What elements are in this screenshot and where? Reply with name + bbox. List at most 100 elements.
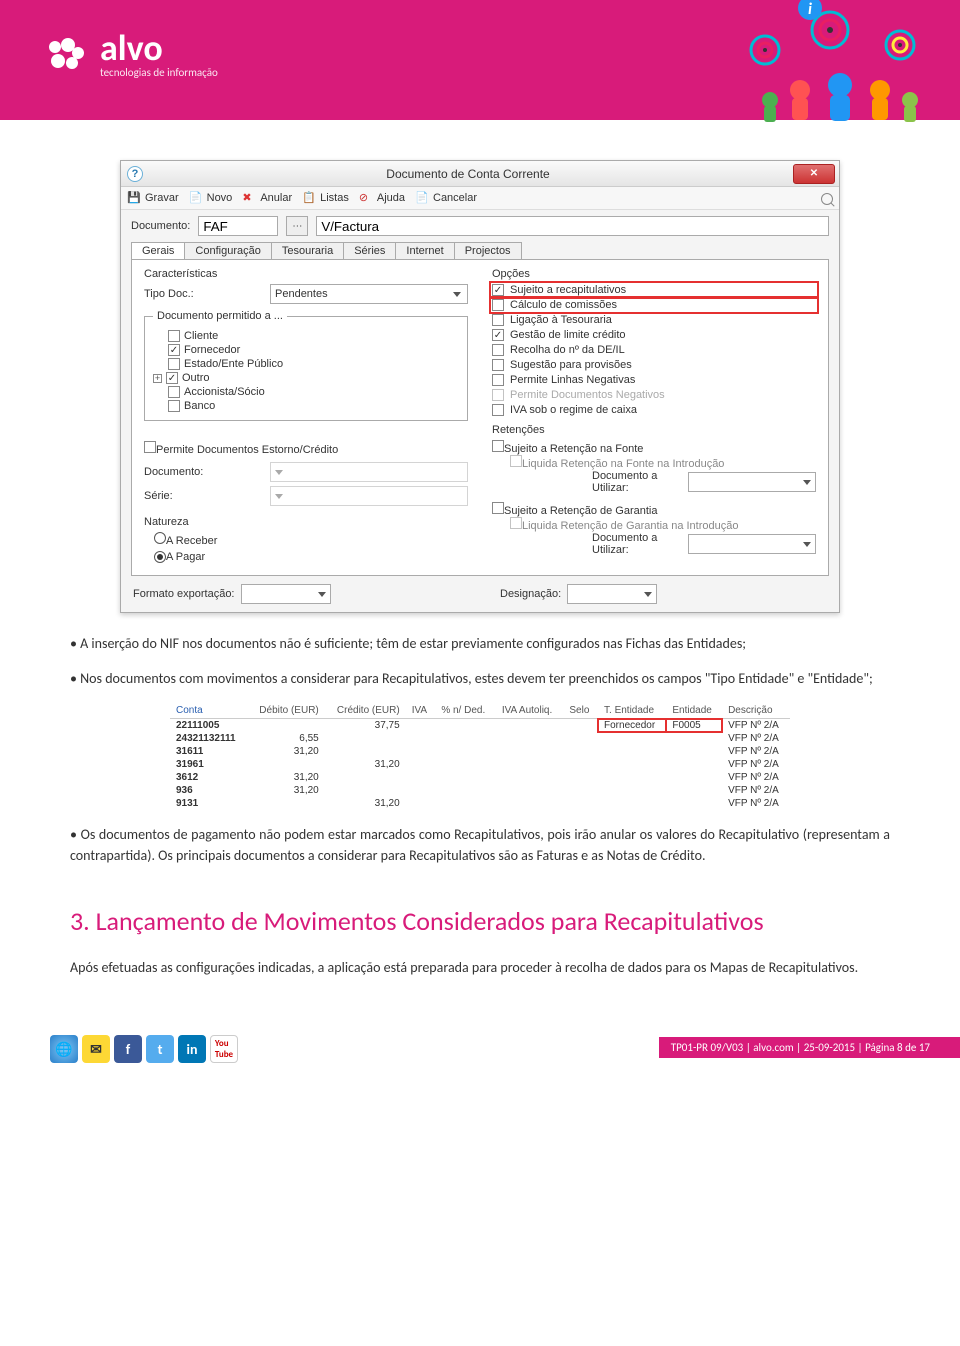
youtube-icon[interactable]: YouTube: [210, 1035, 238, 1063]
option-checkbox[interactable]: [492, 359, 504, 371]
ret-fonte-liq-chk[interactable]: [510, 455, 522, 467]
save-button[interactable]: 💾Gravar: [127, 191, 179, 205]
tab-configuração[interactable]: Configuração: [184, 242, 271, 259]
section-paragraph: Após efetuadas as configurações indicada…: [70, 957, 890, 978]
option-item: Permite Documentos Negativos: [492, 389, 816, 401]
permitido-group: Documento permitido a ... ClienteFornece…: [144, 310, 468, 421]
storno-label: Permite Documentos Estorno/Crédito: [156, 444, 338, 456]
expander-icon[interactable]: +: [153, 374, 162, 383]
tree-item[interactable]: Fornecedor: [153, 344, 459, 356]
caracteristicas-title: Características: [144, 268, 468, 280]
storno-doc-combo[interactable]: [270, 462, 468, 482]
util2-combo[interactable]: [688, 534, 816, 554]
tree-item[interactable]: Banco: [153, 400, 459, 412]
col-header: IVA Autoliq.: [496, 703, 564, 719]
mail-icon[interactable]: ✉: [82, 1035, 110, 1063]
formato-label: Formato exportação:: [133, 588, 235, 600]
option-item: IVA sob o regime de caixa: [492, 404, 816, 416]
dialog-screenshot: ? Documento de Conta Corrente ✕ 💾Gravar …: [120, 160, 840, 613]
tree-item[interactable]: Accionista/Sócio: [153, 386, 459, 398]
col-header: Selo: [563, 703, 598, 719]
radio-receber[interactable]: [154, 532, 166, 544]
option-item: Sujeito a recapitulativos: [492, 284, 816, 296]
tab-tesouraria[interactable]: Tesouraria: [271, 242, 344, 259]
tab-gerais[interactable]: Gerais: [131, 242, 185, 259]
option-checkbox[interactable]: [492, 404, 504, 416]
document-row: Documento: ⋯: [121, 210, 839, 242]
footer-text: TP01-PR 09/V03 | alvo.com | 25-09-2015 |…: [659, 1037, 960, 1058]
tree-item[interactable]: Cliente: [153, 330, 459, 342]
option-checkbox[interactable]: [492, 329, 504, 341]
tab-projectos[interactable]: Projectos: [454, 242, 522, 259]
storno-checkbox[interactable]: [144, 441, 156, 453]
tree-checkbox[interactable]: [168, 386, 180, 398]
svg-text:i: i: [808, 0, 812, 19]
close-button[interactable]: ✕: [793, 164, 835, 184]
option-checkbox[interactable]: [492, 314, 504, 326]
page-header: alvo tecnologias de informação i: [0, 0, 960, 120]
help-button[interactable]: ⊘Ajuda: [359, 191, 405, 205]
new-button[interactable]: 📄Novo: [189, 191, 233, 205]
table-row: 2211100537,75FornecedorF0005VFP Nº 2/A: [170, 719, 790, 733]
page-footer: 🌐 ✉ f t in YouTube TP01-PR 09/V03 | alvo…: [0, 1028, 960, 1070]
cancel-button[interactable]: 📄Cancelar: [415, 191, 477, 205]
designacao-combo[interactable]: [567, 584, 657, 604]
table-row: 93631,20VFP Nº 2/A: [170, 784, 790, 797]
option-checkbox[interactable]: [492, 389, 504, 401]
option-checkbox[interactable]: [492, 374, 504, 386]
search-icon[interactable]: [821, 193, 833, 205]
tipodoc-combo[interactable]: Pendentes: [270, 284, 468, 304]
window-title: Documento de Conta Corrente: [143, 167, 793, 181]
lists-button[interactable]: 📋Listas: [302, 191, 349, 205]
radio-pagar[interactable]: [154, 551, 166, 563]
option-checkbox[interactable]: [492, 284, 504, 296]
documento-desc-input[interactable]: [316, 216, 829, 236]
option-checkbox[interactable]: [492, 299, 504, 311]
opcoes-title: Opções: [492, 268, 816, 280]
ret-garantia-chk[interactable]: [492, 502, 504, 514]
documento-code-input[interactable]: [198, 216, 278, 236]
designacao-label: Designação:: [500, 588, 561, 600]
storno-doc-label: Documento:: [144, 466, 264, 478]
help-icon[interactable]: ?: [127, 166, 143, 182]
table-row: 361231,20VFP Nº 2/A: [170, 771, 790, 784]
tree-checkbox[interactable]: [168, 344, 180, 356]
titlebar: ? Documento de Conta Corrente ✕: [121, 161, 839, 187]
util1-combo[interactable]: [688, 472, 816, 492]
option-checkbox[interactable]: [492, 344, 504, 356]
save-icon: 💾: [127, 191, 141, 205]
table-row: 3161131,20VFP Nº 2/A: [170, 745, 790, 758]
table-row: 913131,20VFP Nº 2/A: [170, 797, 790, 810]
paragraph-1: A inserção do NIF nos documentos não é s…: [70, 633, 890, 654]
ret-fonte-chk[interactable]: [492, 440, 504, 452]
formato-combo[interactable]: [241, 584, 331, 604]
tree-checkbox[interactable]: [166, 372, 178, 384]
option-item: Gestão de limite crédito: [492, 329, 816, 341]
col-header: Débito (EUR): [247, 703, 324, 719]
paragraph-2: Nos documentos com movimentos a consider…: [70, 668, 890, 689]
tree-checkbox[interactable]: [168, 400, 180, 412]
facebook-icon[interactable]: f: [114, 1035, 142, 1063]
tab-internet[interactable]: Internet: [395, 242, 454, 259]
lookup-button[interactable]: ⋯: [286, 216, 308, 236]
option-item: Permite Linhas Negativas: [492, 374, 816, 386]
col-header: Descrição: [722, 703, 790, 719]
cancel-record-button[interactable]: ✖Anular: [242, 191, 292, 205]
header-illustration: i: [730, 0, 930, 130]
storno-serie-combo[interactable]: [270, 486, 468, 506]
tree-checkbox[interactable]: [168, 358, 180, 370]
tree-checkbox[interactable]: [168, 330, 180, 342]
option-item: Cálculo de comissões: [492, 299, 816, 311]
tree-item[interactable]: +Outro: [153, 372, 459, 384]
globe-icon[interactable]: 🌐: [50, 1035, 78, 1063]
delete-icon: ✖: [242, 191, 256, 205]
tab-séries[interactable]: Séries: [343, 242, 396, 259]
ret-garantia-liq-chk[interactable]: [510, 517, 522, 529]
tree-item[interactable]: Estado/Ente Público: [153, 358, 459, 370]
table-row: 3196131,20VFP Nº 2/A: [170, 758, 790, 771]
tipodoc-label: Tipo Doc.:: [144, 288, 264, 300]
twitter-icon[interactable]: t: [146, 1035, 174, 1063]
social-icons: 🌐 ✉ f t in YouTube: [50, 1035, 238, 1063]
col-header: Crédito (EUR): [325, 703, 406, 719]
linkedin-icon[interactable]: in: [178, 1035, 206, 1063]
